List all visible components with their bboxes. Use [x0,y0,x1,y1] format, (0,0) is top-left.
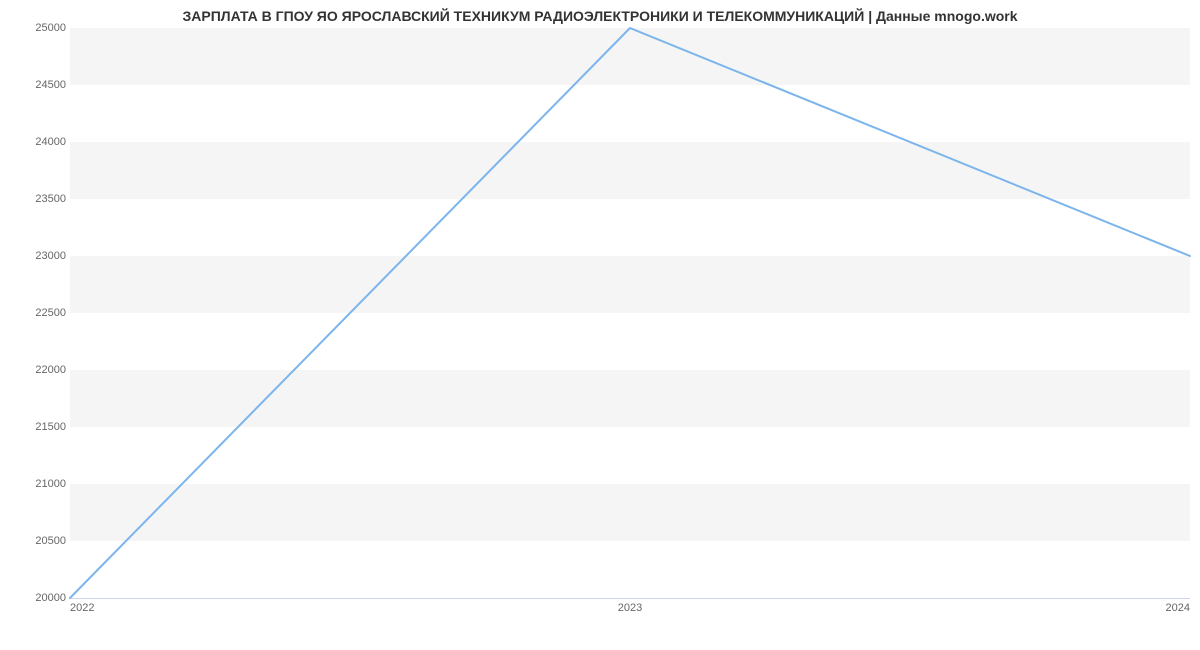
salary-chart: ЗАРПЛАТА В ГПОУ ЯО ЯРОСЛАВСКИЙ ТЕХНИКУМ … [0,0,1200,650]
y-axis-tick-label: 22500 [35,307,66,319]
x-axis-tick-label: 2023 [618,602,642,614]
y-axis-tick-label: 24500 [35,79,66,91]
y-axis-tick-label: 20000 [35,592,66,604]
y-axis-tick-label: 24000 [35,136,66,148]
y-axis-tick-label: 21500 [35,421,66,433]
y-axis-tick-label: 20500 [35,535,66,547]
x-axis-tick-label: 2024 [1166,602,1190,614]
y-axis-tick-label: 22000 [35,364,66,376]
data-line [70,28,1190,598]
y-axis-tick-label: 23500 [35,193,66,205]
chart-title: ЗАРПЛАТА В ГПОУ ЯО ЯРОСЛАВСКИЙ ТЕХНИКУМ … [0,8,1200,24]
y-axis-tick-label: 21000 [35,478,66,490]
x-axis-tick-label: 2022 [70,602,94,614]
plot-area [70,28,1190,599]
y-axis-tick-label: 23000 [35,250,66,262]
y-axis-tick-label: 25000 [35,22,66,34]
